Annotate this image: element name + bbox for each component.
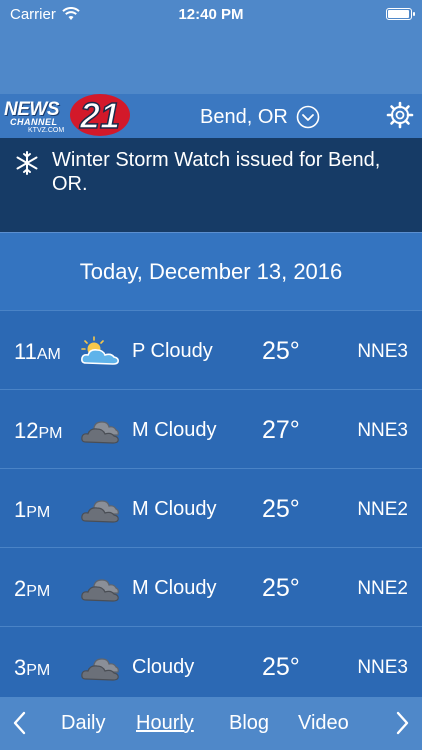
- forecast-condition: M Cloudy: [132, 498, 217, 520]
- forecast-temperature: 25°: [262, 574, 300, 602]
- nav-video[interactable]: Video: [298, 712, 349, 735]
- battery-icon: [386, 8, 415, 20]
- forecast-condition: M Cloudy: [132, 419, 217, 441]
- forecast-wind: NNE3: [357, 341, 408, 362]
- forecast-time: 12PM: [14, 418, 63, 443]
- nav-hourly[interactable]: Hourly: [136, 712, 194, 735]
- cloudy-icon: [81, 658, 119, 681]
- forecast-time: 1PM: [14, 497, 51, 522]
- mostly-cloudy-icon: [81, 500, 119, 523]
- forecast-temperature: 25°: [262, 653, 300, 681]
- forecast-temperature: 25°: [262, 337, 300, 365]
- forecast-row[interactable]: 1PM M Cloudy 25° NNE2: [0, 468, 422, 547]
- app-header: NEWS CHANNEL KTVZ.COM 21 Bend, OR: [0, 94, 422, 138]
- forecast-wind: NNE3: [357, 657, 408, 678]
- forecast-condition: P Cloudy: [132, 340, 213, 362]
- top-band: [0, 28, 422, 94]
- forecast-row[interactable]: 3PM Cloudy 25° NNE3: [0, 626, 422, 705]
- carrier-label: Carrier: [10, 5, 56, 23]
- status-bar: Carrier: [0, 0, 422, 28]
- weather-alert-banner[interactable]: Winter Storm Watch issued for Bend, OR.: [0, 138, 422, 232]
- bottom-nav: Daily Hourly Blog Video: [0, 697, 422, 750]
- forecast-temperature: 25°: [262, 495, 300, 523]
- forecast-wind: NNE2: [357, 499, 408, 520]
- status-left: Carrier: [10, 6, 80, 23]
- forecast-time: 2PM: [14, 576, 51, 601]
- nav-daily[interactable]: Daily: [61, 712, 105, 735]
- mostly-cloudy-icon: [81, 421, 119, 444]
- date-heading-text: Today, December 13, 2016: [79, 258, 343, 284]
- forecast-wind: NNE3: [357, 420, 408, 441]
- forecast-wind: NNE2: [357, 578, 408, 599]
- date-heading: Today, December 13, 2016: [0, 232, 422, 310]
- forecast-condition: Cloudy: [132, 656, 195, 678]
- partly-cloudy-icon: [81, 336, 119, 365]
- chevron-right-icon[interactable]: [392, 710, 412, 736]
- forecast-time: 3PM: [14, 655, 51, 680]
- forecast-row[interactable]: 11AM P Cloudy 25° NNE3: [0, 310, 422, 389]
- forecast-row[interactable]: 2PM M Cloudy 25° NNE2: [0, 547, 422, 626]
- chevron-left-icon[interactable]: [10, 710, 30, 736]
- snowflake-icon: [16, 151, 38, 175]
- location-selector[interactable]: Bend, OR: [200, 105, 320, 129]
- battery-fill: [388, 10, 409, 18]
- nav-blog[interactable]: Blog: [229, 712, 269, 735]
- location-label: Bend, OR: [200, 105, 288, 128]
- gear-icon[interactable]: [386, 101, 414, 129]
- chevron-down-icon: [296, 105, 320, 129]
- forecast-row[interactable]: 12PM M Cloudy 27° NNE3: [0, 389, 422, 468]
- mostly-cloudy-icon: [81, 579, 119, 602]
- forecast-condition: M Cloudy: [132, 577, 217, 599]
- forecast-time: 11AM: [14, 339, 61, 364]
- wifi-icon: [62, 7, 80, 20]
- alert-text: Winter Storm Watch issued for Bend, OR.: [52, 149, 381, 195]
- svg-text:21: 21: [79, 95, 120, 136]
- hourly-forecast-list: 11AM P Cloudy 25° NNE3 12PM M Cloudy 27°…: [0, 310, 422, 705]
- forecast-temperature: 27°: [262, 416, 300, 444]
- news-channel-21-logo: NEWS CHANNEL KTVZ.COM 21: [2, 94, 130, 137]
